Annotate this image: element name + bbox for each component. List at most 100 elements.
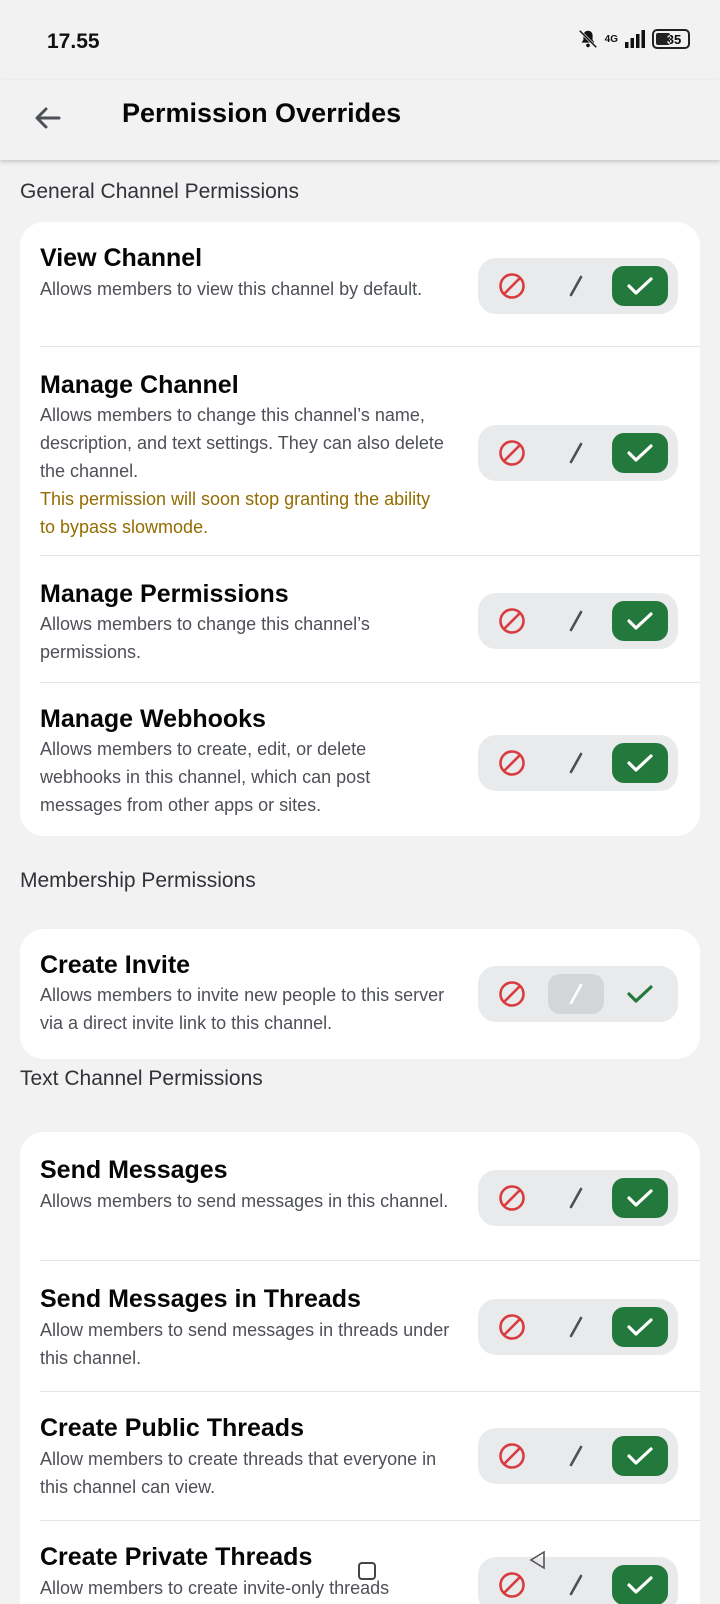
- permission-row-create-invite: Create Invite Allows members to invite n…: [20, 929, 700, 1059]
- permission-description: Allows members to send messages in this …: [40, 1191, 449, 1211]
- status-bar: 17.55 4G 35: [0, 0, 720, 80]
- permission-description: Allows members to change this channel’s …: [40, 405, 444, 481]
- permission-row-send-messages-threads: Send Messages in Threads Allow members t…: [20, 1261, 700, 1391]
- allow-option[interactable]: [612, 1307, 668, 1347]
- permission-toggle: [478, 1299, 678, 1355]
- permission-toggle: [478, 593, 678, 649]
- permission-title: Create Private Threads: [40, 1543, 313, 1571]
- arrow-left-icon[interactable]: [30, 100, 66, 136]
- allow-option[interactable]: [612, 1436, 668, 1476]
- permission-title: Manage Channel: [40, 371, 239, 399]
- permission-toggle: [478, 1170, 678, 1226]
- permission-row-send-messages: Send Messages Allows members to send mes…: [20, 1132, 700, 1260]
- permission-row-manage-webhooks: Manage Webhooks Allows members to create…: [20, 683, 700, 836]
- check-icon: [627, 1576, 653, 1594]
- permissions-card-general: View Channel Allows members to view this…: [20, 222, 700, 836]
- neutral-option[interactable]: [548, 433, 604, 473]
- neutral-option[interactable]: [548, 974, 604, 1014]
- block-icon[interactable]: [498, 1313, 526, 1341]
- slash-icon: [569, 275, 583, 297]
- permission-row-view-channel: View Channel Allows members to view this…: [20, 222, 700, 346]
- permission-description: Allow members to send messages in thread…: [40, 1320, 450, 1368]
- allow-option[interactable]: [612, 266, 668, 306]
- permission-title: View Channel: [40, 244, 203, 272]
- page-title: Permission Overrides: [122, 98, 402, 128]
- permission-row-manage-permissions: Manage Permissions Allows members to cha…: [20, 556, 700, 682]
- permission-title: Manage Webhooks: [40, 705, 266, 733]
- permission-description: Allows members to change this channel’s …: [40, 614, 370, 662]
- battery-level: 35: [666, 31, 682, 47]
- permissions-card-membership: Create Invite Allows members to invite n…: [20, 929, 700, 1059]
- slash-icon: [569, 442, 583, 464]
- slash-icon: [569, 1187, 583, 1209]
- neutral-option[interactable]: [548, 1436, 604, 1476]
- block-icon[interactable]: [498, 1184, 526, 1212]
- check-icon: [627, 985, 653, 1003]
- permission-description: Allows members to view this channel by d…: [40, 279, 423, 299]
- back-nav-icon[interactable]: [528, 1550, 548, 1570]
- permission-description: Allow members to create invite-only thre…: [40, 1578, 390, 1598]
- block-icon[interactable]: [498, 749, 526, 777]
- status-time: 17.55: [47, 30, 100, 53]
- slash-icon: [569, 752, 583, 774]
- check-icon: [627, 754, 653, 772]
- allow-option[interactable]: [612, 601, 668, 641]
- bell-off-icon: [578, 29, 597, 49]
- neutral-option[interactable]: [548, 266, 604, 306]
- slash-icon: [569, 610, 583, 632]
- permissions-card-text-channel: Send Messages Allows members to send mes…: [20, 1132, 700, 1604]
- section-title-text-channel: Text Channel Permissions: [20, 1067, 263, 1090]
- status-icons: 4G 35: [577, 28, 690, 50]
- app-header: Permission Overrides: [0, 80, 720, 160]
- neutral-option[interactable]: [548, 601, 604, 641]
- check-icon: [627, 612, 653, 630]
- block-icon[interactable]: [498, 1442, 526, 1470]
- battery-icon: 35: [652, 29, 690, 49]
- permission-description: Allows members to invite new people to t…: [40, 985, 445, 1033]
- permission-title: Create Invite: [40, 951, 191, 979]
- permission-toggle: [478, 258, 678, 314]
- permission-title: Manage Permissions: [40, 580, 289, 608]
- allow-option[interactable]: [612, 433, 668, 473]
- section-title-membership: Membership Permissions: [20, 869, 256, 892]
- check-icon: [627, 277, 653, 295]
- block-icon[interactable]: [498, 980, 526, 1008]
- block-icon[interactable]: [498, 439, 526, 467]
- permission-toggle: [478, 1557, 678, 1604]
- permission-toggle: [478, 425, 678, 481]
- check-icon: [627, 1189, 653, 1207]
- permission-description: Allow members to create threads that eve…: [40, 1449, 437, 1497]
- block-icon[interactable]: [498, 607, 526, 635]
- permission-toggle: [478, 966, 678, 1022]
- permission-title: Create Public Threads: [40, 1414, 304, 1442]
- neutral-option[interactable]: [548, 1565, 604, 1604]
- slash-icon: [569, 1445, 583, 1467]
- section-title-general: General Channel Permissions: [20, 180, 299, 203]
- allow-option[interactable]: [612, 974, 668, 1014]
- permission-toggle: [478, 1428, 678, 1484]
- block-icon[interactable]: [498, 1571, 526, 1599]
- slash-icon: [569, 1316, 583, 1338]
- neutral-option[interactable]: [548, 1307, 604, 1347]
- check-icon: [627, 1447, 653, 1465]
- permission-row-create-public-threads: Create Public Threads Allow members to c…: [20, 1392, 700, 1520]
- neutral-option[interactable]: [548, 1178, 604, 1218]
- network-label: 4G: [604, 33, 618, 45]
- check-icon: [627, 444, 653, 462]
- signal-icon: [625, 30, 645, 48]
- allow-option[interactable]: [612, 743, 668, 783]
- permission-description: Allows members to create, edit, or delet…: [40, 739, 371, 815]
- permission-title: Send Messages: [40, 1156, 228, 1184]
- allow-option[interactable]: [612, 1565, 668, 1604]
- slash-icon: [569, 1574, 583, 1596]
- permission-toggle: [478, 735, 678, 791]
- allow-option[interactable]: [612, 1178, 668, 1218]
- permission-title: Send Messages in Threads: [40, 1285, 361, 1313]
- block-icon[interactable]: [498, 272, 526, 300]
- slash-icon: [569, 983, 583, 1005]
- check-icon: [627, 1318, 653, 1336]
- neutral-option[interactable]: [548, 743, 604, 783]
- permission-warning: This permission will soon stop granting …: [40, 489, 431, 537]
- permission-row-manage-channel: Manage Channel Allows members to change …: [20, 347, 700, 555]
- recent-apps-nav-icon[interactable]: [358, 1562, 376, 1580]
